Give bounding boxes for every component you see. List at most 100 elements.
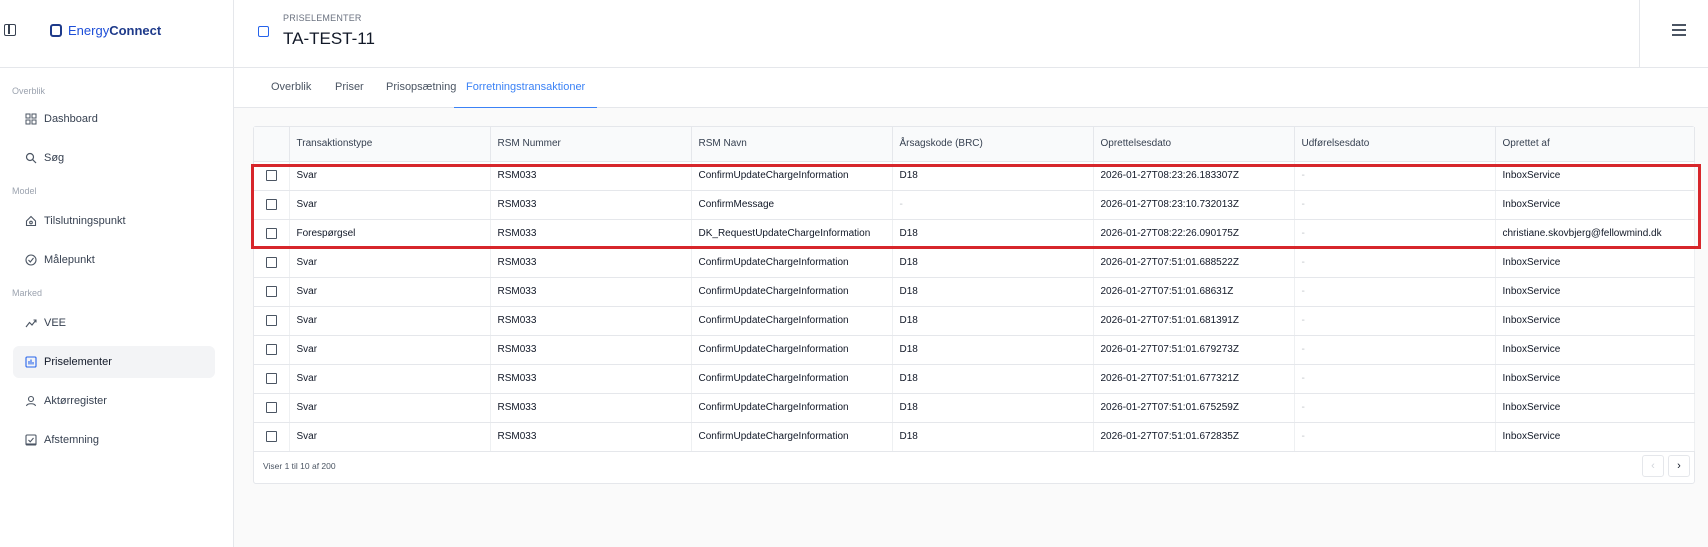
table-cell: ConfirmUpdateChargeInformation: [691, 422, 893, 452]
row-checkbox[interactable]: [265, 314, 277, 326]
table-body: Svar RSM033 ConfirmUpdateChargeInformation…: [254, 161, 1695, 452]
table-cell: 2026-01-27T07:51:01.68631Z: [1093, 277, 1295, 307]
sidebar-item-dashboard[interactable]: Dashboard: [13, 103, 215, 135]
table-cell: 2026-01-27T07:51:01.677321Z: [1093, 364, 1295, 394]
row-select-cell: [254, 422, 290, 452]
table-cell: 2026-01-27T07:51:01.688522Z: [1093, 248, 1295, 278]
row-select-cell: [254, 306, 290, 336]
table-cell: D18: [892, 422, 1094, 452]
table-cell: RSM033: [490, 161, 692, 191]
sidebar-item-label: Tilslutningspunkt: [44, 215, 126, 227]
table-row[interactable]: Svar RSM033 ConfirmUpdateChargeInformation…: [254, 277, 1695, 307]
table-cell: D18: [892, 277, 1094, 307]
sidebar-item-afstemning[interactable]: Afstemning: [13, 424, 215, 456]
pagination-summary: Viser 1 til 10 af 200: [263, 461, 336, 471]
home-icon: [25, 215, 37, 227]
table-cell: RSM033: [490, 248, 692, 278]
table-cell: InboxService: [1495, 364, 1695, 394]
sidebar-item-tilslutningspunkt[interactable]: Tilslutningspunkt: [13, 205, 215, 237]
tab-priser[interactable]: Priser: [335, 68, 364, 108]
column-header-oprettelsesdato[interactable]: Oprettelsesdato: [1093, 127, 1295, 162]
table-cell: ConfirmUpdateChargeInformation: [691, 161, 893, 191]
sidebar-item-malepunkt[interactable]: Målepunkt: [13, 244, 215, 276]
table-row[interactable]: Svar RSM033 ConfirmUpdateChargeInformation…: [254, 364, 1695, 394]
table-row[interactable]: Svar RSM033 ConfirmUpdateChargeInformation…: [254, 335, 1695, 365]
row-checkbox[interactable]: [265, 401, 277, 413]
check-chart-icon: [25, 434, 37, 446]
table-row[interactable]: Svar RSM033 ConfirmUpdateChargeInformation…: [254, 248, 1695, 278]
table-cell: D18: [892, 335, 1094, 365]
table-cell: D18: [892, 364, 1094, 394]
table-cell: InboxService: [1495, 393, 1695, 423]
sidebar-item-sog[interactable]: Søg: [13, 142, 215, 174]
sidebar-item-label: VEE: [44, 317, 67, 329]
sidebar-item-label: Priselementer: [44, 356, 112, 368]
table-cell: Svar: [289, 364, 491, 394]
column-header-rsm-nummer[interactable]: RSM Nummer: [490, 127, 692, 162]
table-row[interactable]: Svar RSM033 ConfirmUpdateChargeInformation…: [254, 393, 1695, 423]
table-row[interactable]: Forespørgsel RSM033 DK_RequestUpdateCharge…: [254, 219, 1695, 249]
row-checkbox[interactable]: [265, 256, 277, 268]
tab-overblik[interactable]: Overblik: [271, 68, 311, 108]
column-header-transaktionstype[interactable]: Transaktionstype: [289, 127, 491, 162]
sidebar-item-aktorregister[interactable]: Aktørregister: [13, 385, 215, 417]
row-checkbox[interactable]: [265, 343, 277, 355]
sidebar-toggle-icon[interactable]: [4, 24, 16, 36]
table-row[interactable]: Svar RSM033 ConfirmMessage -2026-01-27T08:2…: [254, 190, 1695, 220]
tab-forretningstransaktioner[interactable]: Forretningstransaktioner: [454, 68, 598, 108]
table-cell: 2026-01-27T08:22:26.090175Z: [1093, 219, 1295, 249]
bar-chart-icon: [25, 356, 37, 368]
table-cell: -: [1294, 219, 1496, 249]
row-checkbox[interactable]: [265, 285, 277, 297]
table-cell: christiane.skovbjerg@fellowmind.dk: [1495, 219, 1695, 249]
column-header-rsm-navn[interactable]: RSM Navn: [691, 127, 893, 162]
table-row[interactable]: Svar RSM033 ConfirmUpdateChargeInformation…: [254, 306, 1695, 336]
sidebar-item-label: Målepunkt: [44, 254, 95, 266]
row-checkbox[interactable]: [265, 430, 277, 442]
table-cell: -: [1294, 422, 1496, 452]
sidebar-item-vee[interactable]: VEE: [13, 307, 215, 339]
row-checkbox[interactable]: [265, 372, 277, 384]
row-select-cell: [254, 393, 290, 423]
select-column-header: [254, 127, 290, 162]
page-title: TA-TEST-11: [283, 29, 375, 48]
table-cell: Forespørgsel: [289, 219, 491, 249]
table-row[interactable]: Svar RSM033 ConfirmUpdateChargeInformation…: [254, 161, 1695, 191]
table-cell: 2026-01-27T07:51:01.675259Z: [1093, 393, 1295, 423]
tab-bar: Overblik Priser Prisopsætning Forretning…: [234, 68, 1708, 108]
table-cell: InboxService: [1495, 190, 1695, 220]
table-cell: Svar: [289, 335, 491, 365]
section-label-overblik: Overblik: [12, 86, 46, 96]
table-cell: RSM033: [490, 219, 692, 249]
table-cell: ConfirmUpdateChargeInformation: [691, 335, 893, 365]
table-cell: ConfirmUpdateChargeInformation: [691, 248, 893, 278]
table-cell: 2026-01-27T07:51:01.679273Z: [1093, 335, 1295, 365]
sidebar-item-priselementer[interactable]: Priselementer: [13, 346, 215, 378]
column-header-oprettet-af[interactable]: Oprettet af: [1495, 127, 1695, 162]
table-cell: RSM033: [490, 306, 692, 336]
column-header-arsagskode[interactable]: Årsagskode (BRC): [892, 127, 1094, 162]
table-cell: ConfirmUpdateChargeInformation: [691, 393, 893, 423]
transactions-table: Transaktionstype RSM Nummer RSM Navn Års…: [254, 127, 1695, 452]
previous-page-button[interactable]: ‹: [1642, 455, 1664, 477]
table-row[interactable]: Svar RSM033 ConfirmUpdateChargeInformation…: [254, 422, 1695, 452]
row-select-cell: [254, 219, 290, 249]
table-cell: -: [1294, 364, 1496, 394]
hamburger-menu-icon[interactable]: [1672, 24, 1686, 36]
row-checkbox[interactable]: [265, 227, 277, 239]
gauge-icon: [25, 254, 37, 266]
tab-prisopsaetning[interactable]: Prisopsætning: [386, 68, 456, 108]
chevron-left-icon: ‹: [1651, 460, 1655, 472]
row-select-cell: [254, 277, 290, 307]
table-cell: D18: [892, 306, 1094, 336]
row-checkbox[interactable]: [265, 169, 277, 181]
breadcrumb: PRISELEMENTER: [283, 13, 362, 23]
row-checkbox[interactable]: [265, 198, 277, 210]
table-cell: DK_RequestUpdateChargeInformation: [691, 219, 893, 249]
transactions-table-card: Transaktionstype RSM Nummer RSM Navn Års…: [253, 126, 1695, 484]
trend-icon: [25, 317, 37, 329]
next-page-button[interactable]: ›: [1668, 455, 1690, 477]
section-label-model: Model: [12, 186, 37, 196]
table-cell: InboxService: [1495, 306, 1695, 336]
column-header-udforelsesdato[interactable]: Udførelsesdato: [1294, 127, 1496, 162]
